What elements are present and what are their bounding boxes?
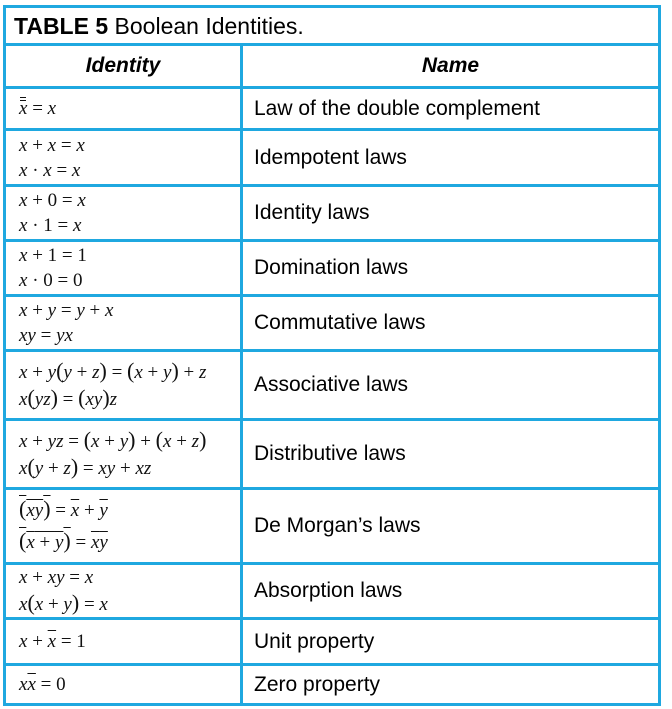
table-row: x = x Law of the double complement [6, 89, 658, 131]
header-name: Name [421, 54, 480, 77]
identity-formula: x(yz) = (xy)z [19, 385, 118, 410]
law-name: Law of the double complement [254, 96, 541, 120]
identity-formula: x + y(y + z) = (x + y) + z [19, 358, 207, 383]
identity-formula: x(y + z) = xy + xz [19, 454, 152, 479]
identity-formula: (x + y) = xy [19, 528, 108, 553]
identity-cell: x + y = y + x xy = yx [6, 297, 243, 349]
identity-cell: x + xy = x x(x + y) = x [6, 565, 243, 617]
table-row: x + x = x x · x = x Idempotent laws [6, 131, 658, 187]
identity-formula: x + x = x [19, 134, 85, 156]
table-row: x + y = y + x xy = yx Commutative laws [6, 297, 658, 352]
identity-cell: x + yz = (x + y) + (x + z) x(y + z) = xy… [6, 421, 243, 487]
table-row: x + yz = (x + y) + (x + z) x(y + z) = xy… [6, 421, 658, 490]
identity-cell: x + y(y + z) = (x + y) + z x(yz) = (xy)z [6, 352, 243, 418]
law-name: Idempotent laws [254, 145, 407, 169]
table-caption: TABLE 5 Boolean Identities. [6, 8, 658, 46]
law-name: Zero property [254, 672, 381, 696]
table-number: TABLE 5 [14, 13, 109, 39]
table-title: Boolean Identities. [108, 13, 304, 39]
law-name: De Morgan’s laws [254, 514, 421, 537]
identity-formula: x + xy = x [19, 567, 94, 588]
identity-formula: x(x + y) = x [19, 590, 108, 615]
table-row: x + x = 1 Unit property [6, 620, 658, 666]
identity-formula: x + 1 = 1 [19, 245, 87, 266]
identity-formula: xy = yx [19, 325, 73, 346]
identity-formula: x · x = x [19, 159, 81, 181]
identity-cell: x + x = 1 [6, 620, 243, 663]
table-row: x + 1 = 1 x · 0 = 0 Domination laws [6, 242, 658, 297]
identity-formula: x · 0 = 0 [19, 270, 83, 291]
table-row: (xy) = x + y (x + y) = xy De Morgan’s la… [6, 490, 658, 565]
law-name: Commutative laws [254, 311, 426, 334]
law-name: Unit property [254, 629, 375, 653]
identity-formula: x + 0 = x [19, 190, 86, 211]
identity-formula: x + y = y + x [19, 300, 114, 321]
identity-formula: x + yz = (x + y) + (x + z) [19, 427, 207, 452]
table-row: x + 0 = x x · 1 = x Identity laws [6, 187, 658, 242]
identity-cell: x + 1 = 1 x · 0 = 0 [6, 242, 243, 294]
law-name: Distributive laws [254, 442, 406, 465]
header-row: Identity Name [6, 46, 658, 89]
identity-formula: x = x [19, 97, 57, 119]
table-row: x + xy = x x(x + y) = x Absorption laws [6, 565, 658, 620]
table-row: xx = 0 Zero property [6, 666, 658, 703]
identity-cell: x + 0 = x x · 1 = x [6, 187, 243, 239]
boolean-identities-table: TABLE 5 Boolean Identities. Identity Nam… [3, 5, 661, 706]
identity-formula: x + x = 1 [19, 631, 86, 652]
identity-cell: xx = 0 [6, 666, 243, 703]
law-name: Associative laws [254, 373, 409, 396]
identity-cell: x + x = x x · x = x [6, 131, 243, 184]
identity-cell: x = x [6, 89, 243, 128]
law-name: Domination laws [254, 256, 409, 279]
law-name: Absorption laws [254, 579, 403, 602]
law-name: Identity laws [254, 201, 370, 224]
table-row: x + y(y + z) = (x + y) + z x(yz) = (xy)z… [6, 352, 658, 421]
identity-formula: x · 1 = x [19, 215, 82, 236]
header-identity: Identity [6, 46, 243, 86]
identity-formula: xx = 0 [19, 674, 66, 695]
identity-cell: (xy) = x + y (x + y) = xy [6, 490, 243, 562]
identity-formula: (xy) = x + y [19, 496, 108, 521]
